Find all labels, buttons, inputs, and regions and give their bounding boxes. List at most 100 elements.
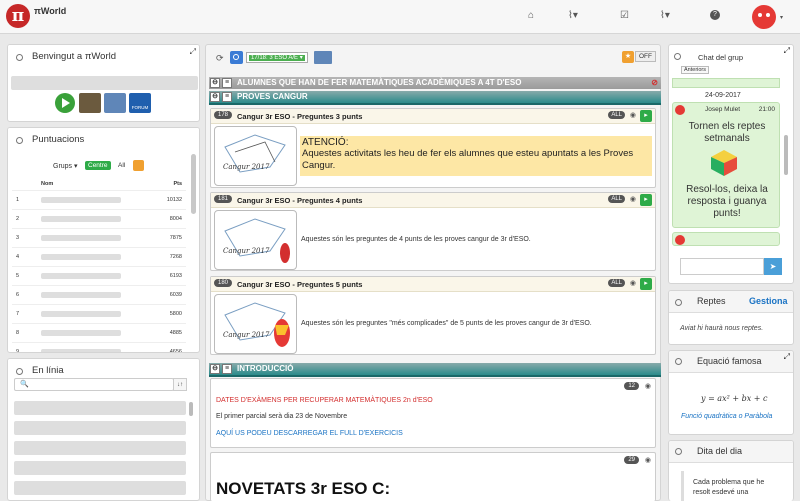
activity-card[interactable]: 181 Cangur 3r ESO - Preguntes 4 punts ALL ◉… — [210, 192, 656, 271]
older-messages-button[interactable]: Anteriors — [681, 66, 710, 74]
open-button[interactable]: ▸ — [640, 110, 652, 122]
app-brand[interactable]: πWorld — [34, 6, 66, 16]
chat-panel: Chat del grup ⤢ Anteriors 24-09-2017 Jos… — [668, 44, 794, 284]
scrollbar[interactable] — [784, 135, 788, 175]
formula-link[interactable]: Funció quadràtica o Paràbola — [681, 413, 772, 420]
off-toggle[interactable]: OFF — [635, 51, 656, 62]
online-user — [14, 481, 186, 495]
chat-input[interactable] — [680, 258, 764, 275]
eye-icon[interactable]: ◉ — [630, 279, 636, 287]
collapse-icon[interactable]: ⊖ — [210, 364, 220, 374]
chat-text: Resol-los, deixa la resposta i guanya pu… — [686, 184, 768, 219]
eye-icon[interactable]: ◉ — [630, 111, 636, 119]
collapse-icon[interactable]: ⊖ — [210, 78, 220, 88]
expand-icon[interactable]: ⤢ — [784, 46, 790, 56]
eye-icon[interactable]: ◉ — [630, 195, 636, 203]
activity-id-badge: 178 — [214, 111, 233, 119]
visibility-off-icon[interactable]: ⊘ — [651, 77, 658, 89]
sort-button[interactable]: ↓↑ — [173, 378, 187, 391]
online-search-input[interactable]: 🔍 — [14, 378, 174, 391]
menu-icon[interactable]: ≡ — [222, 78, 232, 88]
collapse-icon[interactable] — [675, 299, 682, 306]
edit-icon[interactable]: ☑ — [620, 10, 629, 21]
home-icon[interactable]: ⌂ — [528, 10, 534, 21]
collapse-icon[interactable]: ⊖ — [210, 92, 220, 102]
section-title: INTRODUCCIÓ — [237, 364, 294, 373]
students-icon[interactable] — [79, 93, 101, 113]
collapse-icon[interactable] — [675, 448, 682, 455]
activity-title[interactable]: Cangur 3r ESO - Preguntes 3 punts — [237, 112, 362, 121]
points: 7875 — [154, 227, 186, 247]
collapse-icon[interactable] — [674, 53, 681, 60]
classroom-icon[interactable] — [104, 93, 126, 113]
section-title: ALUMNES QUE HAN DE FER MATEMÀTIQUES ACAD… — [237, 78, 522, 87]
points: 10132 — [154, 189, 186, 209]
menu-icon[interactable]: ≡ — [222, 92, 232, 102]
online-user — [14, 421, 186, 435]
group-badge: 17/18: 3 ESO A/E ▾ — [249, 55, 305, 61]
eye-icon[interactable]: ◉ — [645, 382, 651, 390]
app-logo[interactable]: π — [6, 4, 30, 28]
intro-line: El primer parcial serà dia 23 de Novembr… — [216, 413, 348, 420]
manage-link[interactable]: Gestiona — [749, 296, 788, 306]
refresh-icon[interactable]: ⟳ — [216, 53, 224, 64]
open-button[interactable]: ▸ — [640, 194, 652, 206]
rank: 8 — [12, 322, 37, 342]
forum-icon[interactable]: FORUM — [129, 93, 151, 113]
centre-button[interactable]: Centre — [85, 161, 111, 170]
open-button[interactable]: ▸ — [640, 278, 652, 290]
settings-button[interactable] — [230, 51, 243, 64]
user-avatar[interactable] — [752, 5, 776, 29]
send-button[interactable]: ➤ — [764, 258, 782, 275]
paperclip-icon[interactable]: ⌇▾ — [568, 10, 578, 21]
avatar — [675, 105, 685, 115]
collapse-icon[interactable] — [16, 137, 23, 144]
calendar-icon[interactable] — [133, 160, 144, 171]
expand-icon[interactable]: ⤢ — [190, 47, 196, 57]
dita-text: Cada problema que he resolt esdevé una — [693, 479, 765, 496]
reptes-empty: Aviat hi haurà nous reptes. — [680, 325, 764, 332]
activity-description: Aquestes són les preguntes "més complica… — [301, 320, 592, 327]
download-link[interactable]: AQUÍ US PODEU DESCARREGAR EL FULL D'EXER… — [216, 430, 403, 437]
thumb-caption: Cangur 2017 — [223, 331, 270, 339]
classroom-icon[interactable] — [314, 51, 332, 64]
expand-icon[interactable]: ⤢ — [784, 352, 790, 362]
collapse-icon[interactable] — [16, 368, 23, 375]
activity-card[interactable]: 178 Cangur 3r ESO - Preguntes 3 punts ALL ◉… — [210, 108, 656, 188]
collapse-icon[interactable] — [16, 54, 23, 61]
collapse-icon[interactable] — [675, 358, 682, 365]
blurred-banner — [11, 76, 198, 90]
section-alumnes[interactable]: ⊖ ≡ ALUMNES QUE HAN DE FER MATEMÀTIQUES A… — [209, 77, 661, 89]
scrollbar[interactable] — [189, 402, 193, 416]
points: 4656 — [154, 341, 186, 352]
quote-bar — [681, 471, 684, 501]
menu-icon[interactable]: ≡ — [222, 364, 232, 374]
table-row: 6 6039 — [12, 284, 186, 304]
help-icon[interactable]: ? — [710, 10, 720, 20]
note-heading: ATENCIÓ: — [302, 137, 349, 148]
rank: 9 — [12, 341, 37, 352]
section-intro[interactable]: ⊖ ≡ INTRODUCCIÓ — [209, 363, 661, 375]
reptes-panel: Reptes Gestiona Aviat hi haurà nous rept… — [668, 290, 794, 345]
play-icon[interactable] — [55, 93, 75, 113]
section-cangur[interactable]: ⊖ ≡ PROVES CANGUR — [209, 91, 661, 103]
top-bar: π πWorld ⌂ ⌇▾ ☑ ⌇▾ ? ▾ — [0, 0, 800, 34]
online-title: En línia — [32, 365, 64, 376]
scrollbar[interactable] — [191, 154, 196, 214]
eye-icon[interactable]: ◉ — [645, 456, 651, 464]
groups-dropdown[interactable]: Grups ▾ — [53, 162, 78, 170]
online-user — [14, 441, 186, 455]
rank: 3 — [12, 227, 37, 247]
group-selector[interactable]: 17/18: 3 ESO A/E ▾ — [246, 52, 308, 63]
all-button[interactable]: All — [118, 162, 125, 169]
all-badge: ALL — [608, 279, 625, 287]
star-icon[interactable]: ★ — [622, 51, 634, 63]
search-icon: 🔍 — [20, 381, 29, 388]
activity-title[interactable]: Cangur 3r ESO - Preguntes 4 punts — [237, 196, 362, 205]
attachment-icon[interactable]: ⌇▾ — [660, 10, 670, 21]
activity-title[interactable]: Cangur 3r ESO - Preguntes 5 punts — [237, 280, 362, 289]
table-row: 8 4885 — [12, 322, 186, 342]
table-row: 9 4656 — [12, 341, 186, 352]
activity-card[interactable]: 180 Cangur 3r ESO - Preguntes 5 punts ALL ◉… — [210, 276, 656, 355]
chevron-down-icon[interactable]: ▾ — [780, 14, 783, 21]
